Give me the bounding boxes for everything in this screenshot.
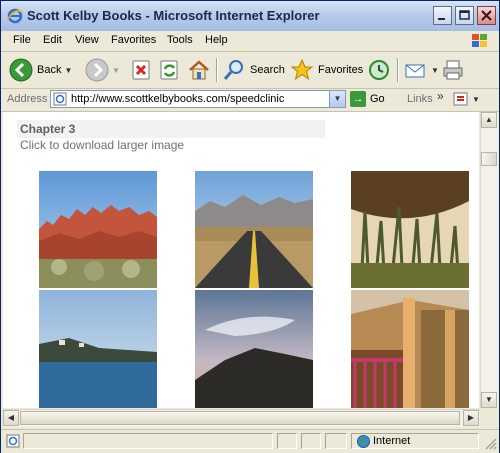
addon-dropdown-icon[interactable]: ▼ (472, 95, 480, 104)
address-label: Address (7, 93, 48, 105)
photo-thumbnail[interactable] (351, 290, 469, 408)
windows-logo-icon (472, 34, 487, 47)
addon-icon (453, 92, 468, 106)
minimize-icon (438, 18, 445, 20)
links-chevron[interactable]: » (437, 89, 444, 103)
stop-icon (132, 60, 150, 80)
go-arrow-icon: → (350, 91, 366, 107)
addon-button[interactable]: ▼ (453, 91, 483, 107)
url-input[interactable] (71, 91, 321, 107)
address-field[interactable]: ▼ (50, 90, 346, 108)
internet-explorer-icon (7, 8, 23, 24)
scroll-down-icon[interactable]: ▼ (481, 392, 497, 408)
history-icon (369, 60, 389, 80)
menu-tools[interactable]: Tools (167, 34, 193, 46)
search-icon (223, 60, 243, 80)
refresh-icon (160, 60, 178, 80)
star-icon (290, 58, 314, 81)
back-button[interactable]: Back ▼ (9, 56, 72, 84)
page-status-icon (6, 434, 20, 448)
photo-thumbnail[interactable] (39, 171, 157, 288)
page-subheading: Click to download larger image (20, 138, 185, 152)
menu-help[interactable]: Help (205, 34, 228, 46)
forward-dropdown-icon[interactable]: ▼ (112, 66, 120, 75)
menu-edit[interactable]: Edit (43, 34, 62, 46)
refresh-button[interactable] (159, 56, 181, 84)
menu-bar: File Edit View Favorites Tools Help (1, 31, 499, 52)
printer-icon (443, 60, 463, 80)
forward-arrow-icon (85, 58, 109, 82)
photo-thumbnail[interactable] (195, 171, 313, 288)
home-button[interactable] (187, 56, 211, 84)
photo-thumbnail[interactable] (39, 290, 157, 408)
resize-grip-icon[interactable] (483, 436, 497, 450)
page-heading: Chapter 3 (20, 122, 76, 136)
mail-button[interactable]: ▼ (404, 56, 439, 84)
maximize-icon (459, 10, 470, 20)
horizontal-scrollbar[interactable]: ◀ ▶ (3, 409, 480, 427)
print-button[interactable] (441, 56, 465, 84)
browser-window: Scott Kelby Books - Microsoft Internet E… (0, 0, 500, 453)
globe-icon (357, 435, 370, 448)
scroll-right-icon[interactable]: ▶ (463, 410, 479, 426)
zone-cell (351, 433, 479, 449)
toolbar-separator (216, 58, 218, 82)
history-button[interactable] (367, 56, 391, 84)
menu-file[interactable]: File (13, 34, 31, 46)
status-cell (301, 433, 321, 449)
vertical-scrollbar[interactable]: ▲ ▼ (480, 112, 498, 408)
links-label[interactable]: Links (407, 93, 433, 105)
stop-button[interactable] (131, 56, 153, 84)
minimize-button[interactable] (433, 6, 452, 25)
close-icon (481, 10, 492, 21)
photo-thumbnail[interactable] (351, 171, 469, 288)
page-content: Chapter 3 Click to download larger image (3, 112, 479, 408)
address-dropdown-icon[interactable]: ▼ (329, 91, 345, 107)
scroll-thumb[interactable] (20, 411, 460, 425)
search-label: Search (250, 64, 285, 76)
favorites-button[interactable]: Favorites (290, 56, 363, 84)
forward-button[interactable]: ▼ (85, 56, 120, 84)
menu-favorites[interactable]: Favorites (111, 34, 156, 46)
go-label: Go (370, 93, 385, 105)
scroll-left-icon[interactable]: ◀ (3, 410, 19, 426)
back-dropdown-icon[interactable]: ▼ (64, 66, 72, 75)
mail-dropdown-icon[interactable]: ▼ (431, 66, 439, 75)
close-button[interactable] (477, 6, 496, 25)
title-bar[interactable]: Scott Kelby Books - Microsoft Internet E… (1, 1, 499, 32)
security-zone-label: Internet (373, 435, 411, 447)
back-label: Back (37, 64, 62, 76)
back-arrow-icon (9, 58, 33, 82)
home-icon (189, 60, 209, 80)
status-bar: Internet (1, 429, 499, 453)
go-button[interactable]: → Go (350, 91, 385, 107)
toolbar-separator (397, 58, 399, 82)
menu-view[interactable]: View (75, 34, 99, 46)
status-text-cell (23, 433, 273, 449)
status-cell (277, 433, 297, 449)
scroll-thumb[interactable] (481, 152, 497, 166)
scroll-up-icon[interactable]: ▲ (481, 112, 497, 128)
favorites-label: Favorites (318, 64, 364, 76)
search-button[interactable]: Search (222, 56, 285, 84)
standard-toolbar: Back ▼ ▼ Search Favorites ▼ (1, 52, 499, 89)
photo-thumbnail[interactable] (195, 290, 313, 408)
address-bar: Address ▼ → Go Links » ▼ (1, 89, 499, 112)
maximize-button[interactable] (455, 6, 474, 25)
window-title: Scott Kelby Books - Microsoft Internet E… (27, 8, 320, 23)
mail-icon (405, 64, 425, 78)
page-icon (53, 92, 67, 106)
status-cell (325, 433, 347, 449)
